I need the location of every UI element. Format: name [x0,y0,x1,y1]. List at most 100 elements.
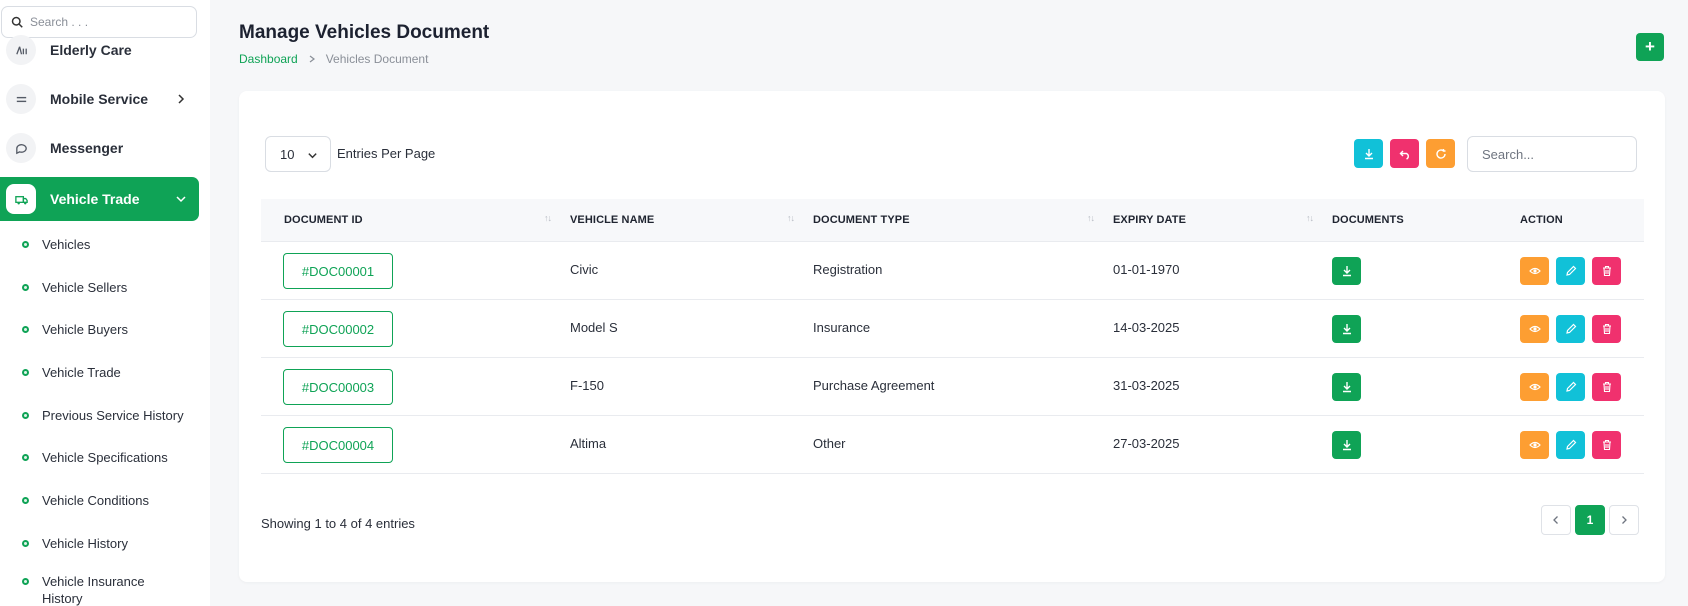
document-type-cell: Purchase Agreement [813,378,935,393]
sidebar-item-messenger[interactable]: Messenger [0,126,199,170]
entries-value: 10 [280,146,295,162]
vehicle-name-cell: Civic [570,262,599,277]
pagination-page-button[interactable]: 1 [1575,505,1605,535]
chevron-right-icon [1622,516,1627,524]
bullet-icon [22,411,29,419]
expiry-date-cell: 31-03-2025 [1113,378,1180,393]
table-row: #DOC00003 F-150 Purchase Agreement 31-03… [261,358,1644,416]
document-type-cell: Registration [813,262,883,277]
download-document-button[interactable] [1332,315,1361,343]
edit-button[interactable] [1556,257,1585,285]
edit-button[interactable] [1556,315,1585,343]
sidebar-subitem-label: Vehicle Trade [42,364,121,380]
chevron-down-icon [308,153,317,159]
document-id-badge[interactable]: #DOC00001 [283,253,393,289]
documents-card: 10 Entries Per Page DOCUMENT ID ↑↓ VEHIC… [239,91,1665,582]
download-icon [1342,382,1351,393]
download-document-button[interactable] [1332,257,1361,285]
bullet-icon [22,539,29,547]
download-icon [1342,266,1351,277]
table-row: #DOC00004 Altima Other 27-03-2025 [261,416,1644,474]
truck-icon [6,184,36,214]
sort-icon[interactable]: ↑↓ [787,213,795,223]
sidebar-item-elderly-care[interactable]: Elderly Care [0,28,199,72]
plus-icon: + [1645,37,1655,56]
view-button[interactable] [1520,373,1549,401]
sidebar-subitem-previous-service-history[interactable]: Previous Service History [0,400,199,430]
sidebar-subitem-label: Vehicle Buyers [42,321,128,337]
eye-icon [1528,383,1541,391]
sidebar-subitem-label: Vehicle Specifications [42,449,168,465]
sidebar-item-vehicle-trade[interactable]: Vehicle Trade [0,177,199,221]
breadcrumb: Dashboard Vehicles Document [239,52,428,66]
undo-button[interactable] [1390,139,1419,168]
add-button[interactable]: + [1636,33,1664,61]
edit-button[interactable] [1556,431,1585,459]
chevron-left-icon [1553,516,1558,524]
eye-icon [1528,267,1541,275]
vehicle-name-cell: Model S [570,320,618,335]
trash-icon [1602,381,1611,393]
sidebar-subitem-vehicle-specifications[interactable]: Vehicle Specifications [0,442,199,472]
sidebar-subitem-vehicle-sellers[interactable]: Vehicle Sellers [0,272,199,302]
bullet-icon [22,240,29,248]
sort-icon[interactable]: ↑↓ [544,213,552,223]
download-button[interactable] [1354,139,1383,168]
download-document-button[interactable] [1332,373,1361,401]
sidebar-subitem-label: Vehicle Conditions [42,492,149,508]
sort-icon[interactable]: ↑↓ [1087,213,1095,223]
entries-per-page-label: Entries Per Page [337,146,436,161]
chevron-right-icon [178,94,185,104]
refresh-icon [1435,148,1446,159]
delete-button[interactable] [1592,373,1621,401]
expiry-date-cell: 14-03-2025 [1113,320,1180,335]
pagination-prev-button[interactable] [1541,505,1571,535]
column-header-documents: DOCUMENTS [1332,214,1404,226]
view-button[interactable] [1520,431,1549,459]
trash-icon [1602,439,1611,451]
sidebar-subitem-label: Vehicle Insurance History [42,574,145,606]
download-document-button[interactable] [1332,431,1361,459]
sidebar-subitem-vehicle-trade[interactable]: Vehicle Trade [0,357,199,387]
table-row: #DOC00002 Model S Insurance 14-03-2025 [261,300,1644,358]
sidebar-subitem-vehicle-history[interactable]: Vehicle History [0,528,199,558]
delete-button[interactable] [1592,257,1621,285]
trash-icon [1602,265,1611,277]
download-icon [1364,148,1373,159]
view-button[interactable] [1520,257,1549,285]
column-header-document-type[interactable]: DOCUMENT TYPE [813,214,910,226]
table-search-input[interactable] [1467,136,1637,172]
search-icon [11,16,23,28]
sidebar-item-mobile-service[interactable]: Mobile Service [0,77,199,121]
sidebar-subitem-vehicle-insurance-history[interactable]: Vehicle Insurance History [0,573,199,606]
table-header: DOCUMENT ID ↑↓ VEHICLE NAME ↑↓ DOCUMENT … [261,199,1644,242]
delete-button[interactable] [1592,431,1621,459]
entries-per-page-select[interactable]: 10 [265,136,331,172]
download-icon [1342,440,1351,451]
column-header-vehicle-name[interactable]: VEHICLE NAME [570,214,654,226]
pencil-icon [1565,381,1576,392]
delete-button[interactable] [1592,315,1621,343]
column-header-expiry-date[interactable]: EXPIRY DATE [1113,214,1186,226]
sidebar-subitem-label: Vehicles [42,236,91,252]
document-id-badge[interactable]: #DOC00004 [283,427,393,463]
undo-icon [1399,150,1409,160]
sidebar-subitem-vehicle-conditions[interactable]: Vehicle Conditions [0,485,199,515]
edit-button[interactable] [1556,373,1585,401]
sort-icon[interactable]: ↑↓ [1306,213,1314,223]
pagination-next-button[interactable] [1609,505,1639,535]
table-row: #DOC00001 Civic Registration 01-01-1970 [261,242,1644,300]
column-header-document-id[interactable]: DOCUMENT ID [284,214,363,226]
sidebar-subitem-vehicles[interactable]: Vehicles [0,229,199,259]
pencil-icon [1565,439,1576,450]
sidebar-item-label: Vehicle Trade [50,191,140,207]
menu-lines-icon [6,84,36,114]
view-button[interactable] [1520,315,1549,343]
refresh-button[interactable] [1426,139,1455,168]
bullet-icon [22,578,29,585]
sidebar-subitem-vehicle-buyers[interactable]: Vehicle Buyers [0,314,199,344]
document-id-badge[interactable]: #DOC00003 [283,369,393,405]
sidebar-item-label: Elderly Care [50,42,132,58]
document-id-badge[interactable]: #DOC00002 [283,311,393,347]
breadcrumb-dashboard-link[interactable]: Dashboard [239,52,298,66]
